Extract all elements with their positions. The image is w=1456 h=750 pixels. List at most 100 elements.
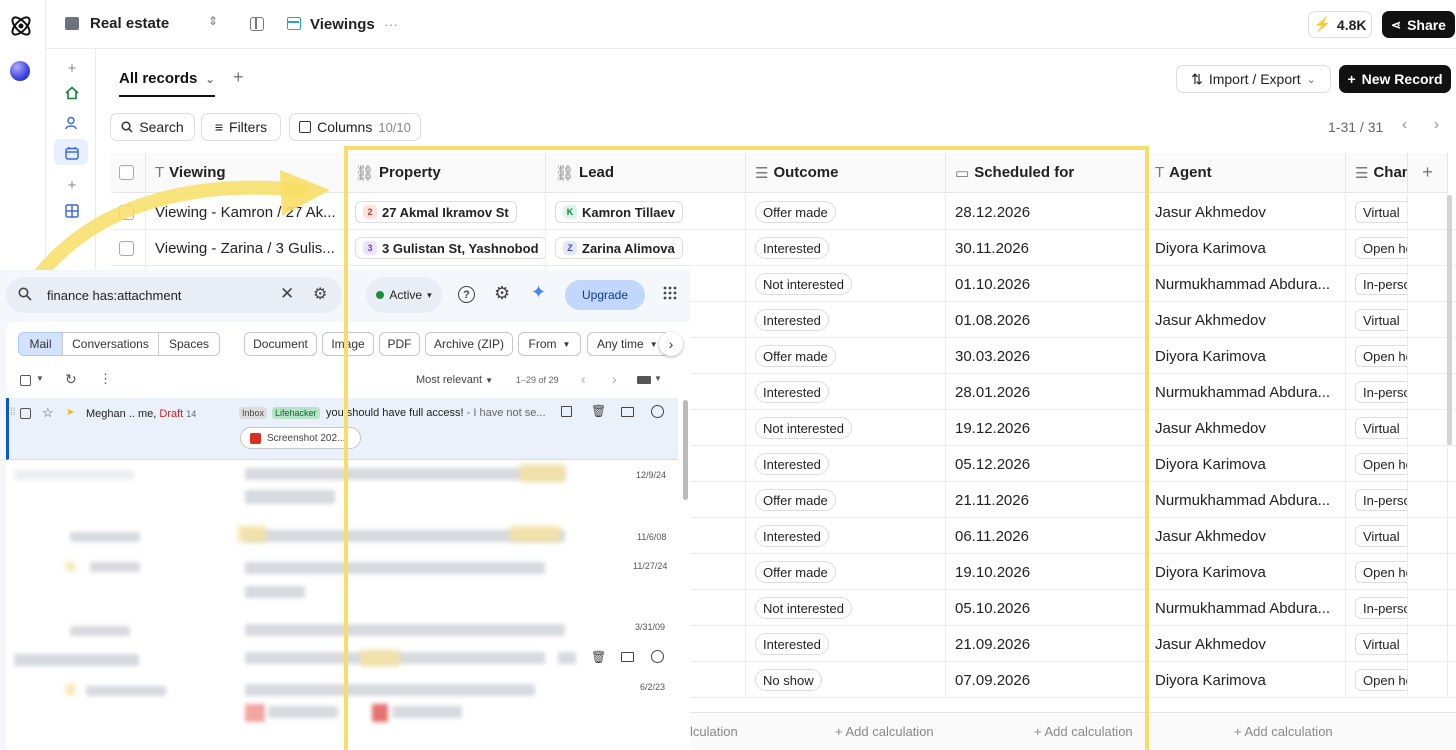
select-checkbox-icon[interactable] [20,375,31,386]
chip-any-time[interactable]: Any time ▼ [587,332,669,356]
add-calculation-agent[interactable]: + Add calculation [1234,724,1333,739]
cell-outcome[interactable]: Interested [746,230,946,266]
channel-chip[interactable]: In-perso [1355,489,1407,511]
property-chip[interactable]: 2 27 Akmal Ikramov St [355,201,517,223]
cell-outcome[interactable]: Not interested [746,590,946,626]
outcome-chip[interactable]: Offer made [755,201,836,223]
outcome-chip[interactable]: Interested [755,633,829,655]
archive-icon[interactable] [561,406,572,417]
next-results-icon[interactable]: › [612,371,617,387]
add-calculation-date[interactable]: + Add calculation [1034,724,1133,739]
cell-outcome[interactable]: Interested [746,374,946,410]
cell-channel[interactable]: Virtual [1346,626,1408,662]
column-header-property[interactable]: ⛓ Property [346,153,546,193]
cell-lead[interactable]: Z Zarina Alimova [546,230,746,266]
delete-icon[interactable]: 🗑 [591,650,606,664]
chevron-down-icon[interactable]: ▼ [36,374,44,383]
mark-unread-icon[interactable] [621,652,634,662]
keyboard-icon[interactable] [637,376,651,384]
channel-chip[interactable]: Virtual [1355,201,1407,223]
apps-grid-icon[interactable] [663,286,677,305]
column-header-lead[interactable]: ⛓ Lead [546,153,746,193]
cell-outcome[interactable]: Interested [746,446,946,482]
cell-date[interactable]: 01.10.2026 [946,266,1146,302]
cell-channel[interactable]: Virtual [1346,302,1408,338]
cell-channel[interactable]: Open ho [1346,662,1408,698]
cell-outcome[interactable]: Offer made [746,194,946,230]
cell-property[interactable]: 3 3 Gulistan St, Yashnobod [346,230,546,266]
delete-icon[interactable]: 🗑 [591,404,606,418]
cell-outcome[interactable]: Interested [746,518,946,554]
more-vert-icon[interactable]: ⋮ [99,371,112,387]
outcome-chip[interactable]: No show [755,669,822,691]
cell-agent[interactable]: Nurmukhammad Abdura... [1146,482,1346,518]
outcome-chip[interactable]: Offer made [755,489,836,511]
cell-outcome[interactable]: Interested [746,302,946,338]
important-marker-icon[interactable]: ➤ [66,407,74,418]
add-calculation-outcome[interactable]: + Add calculation [835,724,934,739]
cell-agent[interactable]: Jasur Akhmedov [1146,410,1346,446]
cell-outcome[interactable]: Not interested [746,410,946,446]
cell-outcome[interactable]: No show [746,662,946,698]
column-header-agent[interactable]: T Agent [1146,153,1346,193]
label-lifehacker[interactable]: Lifehacker [272,407,320,419]
email-checkbox[interactable] [20,408,31,419]
chip-archive[interactable]: Archive (ZIP) [425,332,513,356]
cell-agent[interactable]: Nurmukhammad Abdura... [1146,590,1346,626]
column-header-channel[interactable]: ☰ Chan [1346,153,1408,193]
cell-agent[interactable]: Jasur Akhmedov [1146,626,1346,662]
app-logo[interactable] [8,13,34,39]
channel-chip[interactable]: In-perso [1355,273,1407,295]
column-header-scheduled[interactable]: ▭ Scheduled for [946,153,1146,193]
help-icon[interactable]: ? [458,286,475,303]
tab-conversations[interactable]: Conversations [62,332,159,356]
tab-spaces[interactable]: Spaces [158,332,220,356]
gemini-icon[interactable]: ✦ [531,282,546,303]
outcome-chip[interactable]: Offer made [755,345,836,367]
cell-channel[interactable]: Open ho [1346,446,1408,482]
outcome-chip[interactable]: Not interested [755,273,852,295]
cell-outcome[interactable]: Not interested [746,266,946,302]
channel-chip[interactable]: Open ho [1355,237,1407,259]
cell-agent[interactable]: Diyora Karimova [1146,338,1346,374]
channel-chip[interactable]: Open ho [1355,345,1407,367]
cell-date[interactable]: 30.03.2026 [946,338,1146,374]
prev-results-icon[interactable]: ‹ [581,371,586,387]
search-button[interactable]: Search [110,113,195,141]
cell-channel[interactable]: Open ho [1346,338,1408,374]
plus-icon[interactable]: + [62,58,82,78]
cell-date[interactable]: 21.11.2026 [946,482,1146,518]
cell-date[interactable]: 01.08.2026 [946,302,1146,338]
search-icon[interactable] [18,287,32,306]
cell-agent[interactable]: Diyora Karimova [1146,554,1346,590]
cell-channel[interactable]: In-perso [1346,482,1408,518]
channel-chip[interactable]: Virtual [1355,309,1407,331]
column-header-outcome[interactable]: ☰ Outcome [746,153,946,193]
outcome-chip[interactable]: Interested [755,381,829,403]
add-column-header[interactable]: + [1408,153,1448,193]
gmail-scrollbar[interactable] [683,400,688,500]
columns-button[interactable]: Columns 10/10 [289,113,421,141]
search-options-icon[interactable]: ⚙ [313,284,327,304]
cell-agent[interactable]: Jasur Akhmedov [1146,194,1346,230]
share-button[interactable]: ⋖ Share [1382,11,1455,38]
cell-channel[interactable]: Virtual [1346,518,1408,554]
chevron-down-icon[interactable]: ▼ [654,374,662,383]
snooze-icon[interactable] [651,650,664,663]
cell-date[interactable]: 21.09.2026 [946,626,1146,662]
filters-button[interactable]: ≡ Filters [201,113,281,141]
cell-date[interactable]: 19.10.2026 [946,554,1146,590]
outcome-chip[interactable]: Interested [755,525,829,547]
cell-channel[interactable]: Open ho [1346,230,1408,266]
lead-chip[interactable]: K Kamron Tillaev [555,201,683,223]
workspace-avatar[interactable] [10,61,30,81]
add-calculation-partial[interactable]: lculation [690,724,738,739]
channel-chip[interactable]: Virtual [1355,633,1407,655]
cell-date[interactable]: 05.12.2026 [946,446,1146,482]
cell-lead[interactable]: K Kamron Tillaev [546,194,746,230]
cell-date[interactable]: 28.12.2026 [946,194,1146,230]
outcome-chip[interactable]: Not interested [755,597,852,619]
cell-agent[interactable]: Nurmukhammad Abdura... [1146,374,1346,410]
cell-agent[interactable]: Diyora Karimova [1146,662,1346,698]
cell-date[interactable]: 19.12.2026 [946,410,1146,446]
